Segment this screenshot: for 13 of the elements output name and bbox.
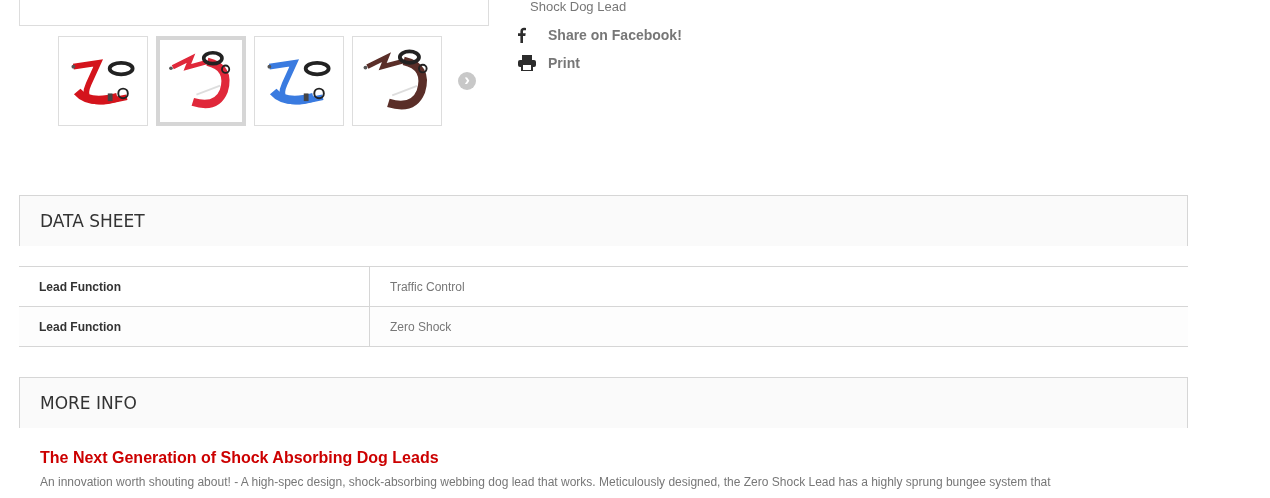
facebook-icon bbox=[518, 27, 526, 43]
section-header: DATA SHEET bbox=[19, 195, 1188, 246]
section-header: MORE INFO bbox=[19, 377, 1188, 428]
table-cell: Lead Function bbox=[19, 266, 370, 307]
table-cell: Lead Function bbox=[19, 306, 370, 347]
table-cell: Traffic Control bbox=[369, 266, 1188, 307]
product-text: Shock Dog Lead bbox=[530, 0, 628, 13]
print-icon bbox=[518, 55, 536, 71]
share-link[interactable]: Share on Facebook! bbox=[548, 27, 682, 43]
print-link[interactable]: Print bbox=[548, 55, 580, 71]
section-heading: The Next Generation of Shock Absorbing Dog Leads bbox=[40, 448, 440, 467]
table-cell: Zero Shock bbox=[369, 306, 1188, 347]
description-text: An innovation worth shouting about! - A high-spec design, shock-absorbing webbing dog lead that works. Meticulously designed, the Zero Shock Lead has a highly sprung bungee system that bbox=[40, 474, 1052, 490]
